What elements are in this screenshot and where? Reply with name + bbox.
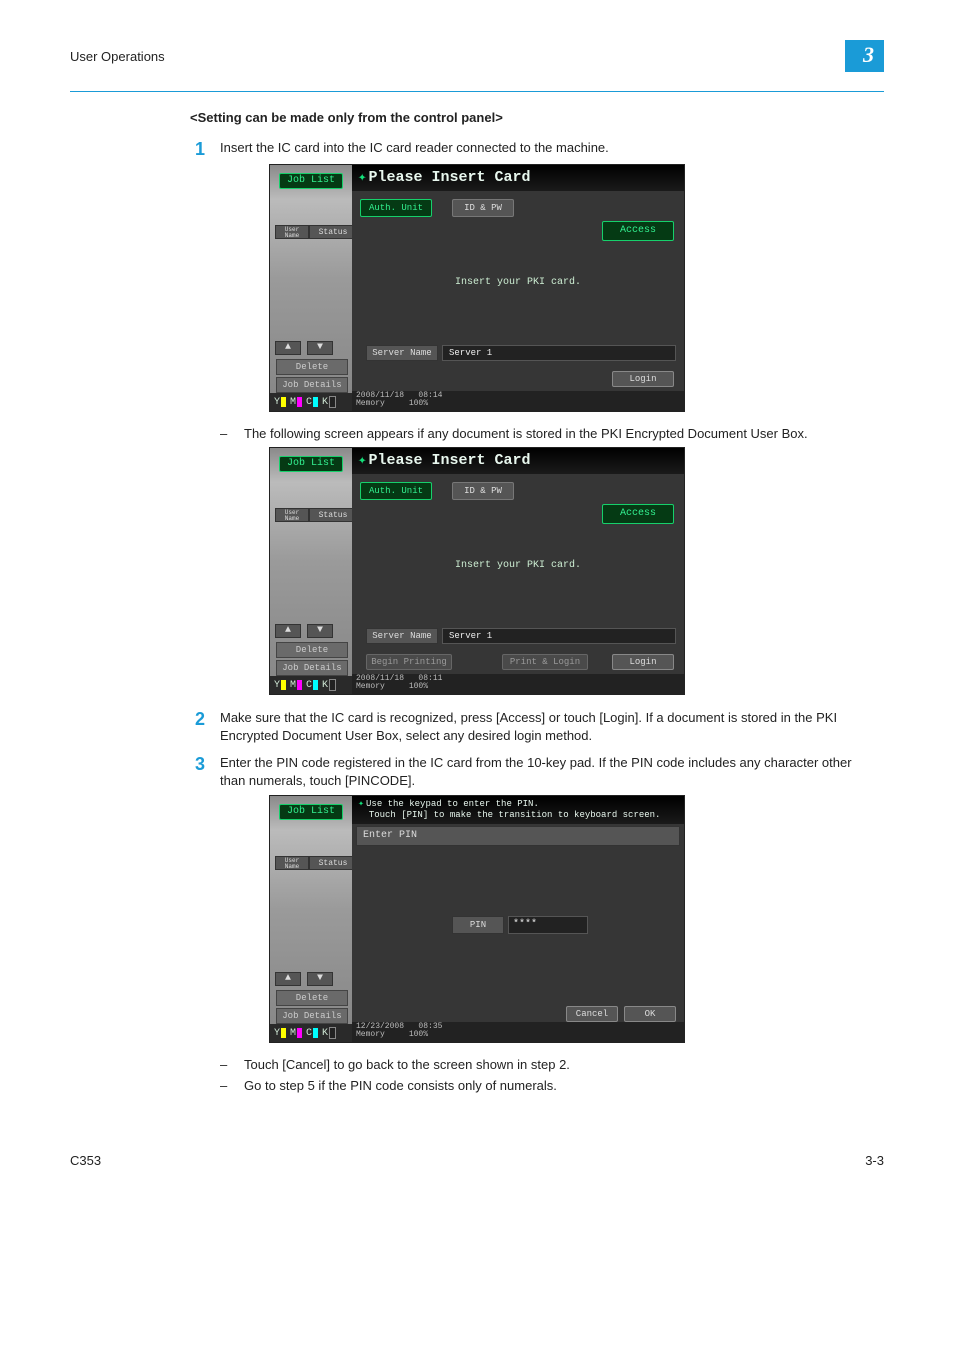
job-details-button[interactable]: Job Details [276,660,348,676]
step-number: 1 [180,140,220,158]
delete-button[interactable]: Delete [276,359,348,375]
job-details-button[interactable]: Job Details [276,377,348,393]
panel-main: ✦Use the keypad to enter the PIN. Touch … [352,796,684,1024]
arrow-down-icon[interactable]: ▼ [307,972,333,986]
screenshot-3: Job List User Name Status ▲ ▼ Delete Job… [269,795,685,1043]
toner-indicator: Y M C K [270,676,356,694]
note-text: Go to step 5 if the PIN code consists on… [244,1078,557,1093]
arrow-up-icon[interactable]: ▲ [275,624,301,638]
job-list-button[interactable]: Job List [279,173,343,189]
username-header: User Name [275,856,309,870]
arrow-up-icon[interactable]: ▲ [275,972,301,986]
step-text: Insert the IC card into the IC card read… [220,139,884,157]
panel-sidebar: Job List User Name Status ▲ ▼ Delete Job… [270,165,352,393]
pin-input[interactable]: **** [508,916,588,934]
page-header: User Operations 3 [70,40,884,72]
chapter-badge: 3 [845,40,884,72]
step-text: Make sure that the IC card is recognized… [220,709,884,744]
toner-indicator: Y M C K [270,393,356,411]
note-text: Touch [Cancel] to go back to the screen … [244,1057,570,1072]
panel-title-bar: ✦ Please Insert Card [352,165,684,191]
arrow-down-icon[interactable]: ▼ [307,624,333,638]
arrow-down-icon[interactable]: ▼ [307,341,333,355]
status-bar: 2008/11/18 08:14 Memory 100% [352,391,684,411]
server-name-value: Server 1 [442,628,676,644]
step3-note-a: – Touch [Cancel] to go back to the scree… [220,1057,884,1072]
arrow-up-icon[interactable]: ▲ [275,341,301,355]
access-button[interactable]: Access [602,221,674,241]
status-header: Status [309,225,357,239]
screenshot-2: Job List User Name Status ▲ ▼ Delete Job… [269,447,685,695]
step3-note-b: – Go to step 5 if the PIN code consists … [220,1078,884,1093]
dash-icon: – [220,1078,244,1093]
id-pw-tab[interactable]: ID & PW [452,482,514,500]
panel-title: Please Insert Card [368,165,530,191]
login-button[interactable]: Login [612,371,674,387]
panel-title-bar: ✦ Please Insert Card [352,448,684,474]
info-icon: ✦ [358,448,366,474]
panel-sidebar: Job List User Name Status ▲ ▼ Delete Job… [270,448,352,676]
note-text: The following screen appears if any docu… [244,426,808,441]
info-icon: ✦ [358,165,366,191]
server-name-label: Server Name [366,628,438,644]
panel-title-bar: ✦Use the keypad to enter the PIN. Touch … [352,796,684,824]
delete-button[interactable]: Delete [276,990,348,1006]
auth-unit-tab[interactable]: Auth. Unit [360,199,432,217]
page-footer: C353 3-3 [70,1153,884,1168]
info-icon: ✦ [358,799,364,810]
cancel-button[interactable]: Cancel [566,1006,618,1022]
step-3: 3 Enter the PIN code registered in the I… [180,754,884,789]
footer-model: C353 [70,1153,101,1168]
print-login-button[interactable]: Print & Login [502,654,588,670]
step1-note: – The following screen appears if any do… [220,426,884,441]
panel-main: ✦ Please Insert Card Auth. Unit ID & PW … [352,165,684,393]
dash-icon: – [220,1057,244,1072]
header-rule [70,91,884,92]
login-button[interactable]: Login [612,654,674,670]
setting-heading: <Setting can be made only from the contr… [190,110,884,125]
step-number: 3 [180,755,220,773]
username-header: User Name [275,508,309,522]
panel-sidebar: Job List User Name Status ▲ ▼ Delete Job… [270,796,352,1024]
insert-card-message: Insert your PKI card. [352,277,684,288]
status-header: Status [309,508,357,522]
auth-unit-tab[interactable]: Auth. Unit [360,482,432,500]
screenshot-1: Job List User Name Status ▲ ▼ Delete Job… [269,164,685,412]
step-2: 2 Make sure that the IC card is recogniz… [180,709,884,744]
enter-pin-section: Enter PIN [356,826,680,846]
insert-card-message: Insert your PKI card. [352,560,684,571]
ok-button[interactable]: OK [624,1006,676,1022]
footer-page: 3-3 [865,1153,884,1168]
status-bar: 2008/11/18 08:11 Memory 100% [352,674,684,694]
pin-label[interactable]: PIN [452,916,504,934]
status-bar: 12/23/2008 08:35 Memory 100% [352,1022,684,1042]
panel-title: Please Insert Card [368,448,530,474]
delete-button[interactable]: Delete [276,642,348,658]
job-list-button[interactable]: Job List [279,456,343,472]
step-text: Enter the PIN code registered in the IC … [220,754,884,789]
job-list-button[interactable]: Job List [279,804,343,820]
server-name-label: Server Name [366,345,438,361]
section-title: User Operations [70,49,845,64]
access-button[interactable]: Access [602,504,674,524]
dash-icon: – [220,426,244,441]
username-header: User Name [275,225,309,239]
step-number: 2 [180,710,220,728]
begin-printing-button[interactable]: Begin Printing [366,654,452,670]
job-details-button[interactable]: Job Details [276,1008,348,1024]
id-pw-tab[interactable]: ID & PW [452,199,514,217]
status-header: Status [309,856,357,870]
panel-main: ✦ Please Insert Card Auth. Unit ID & PW … [352,448,684,676]
step-1: 1 Insert the IC card into the IC card re… [180,139,884,158]
server-name-value: Server 1 [442,345,676,361]
toner-indicator: Y M C K [270,1024,356,1042]
